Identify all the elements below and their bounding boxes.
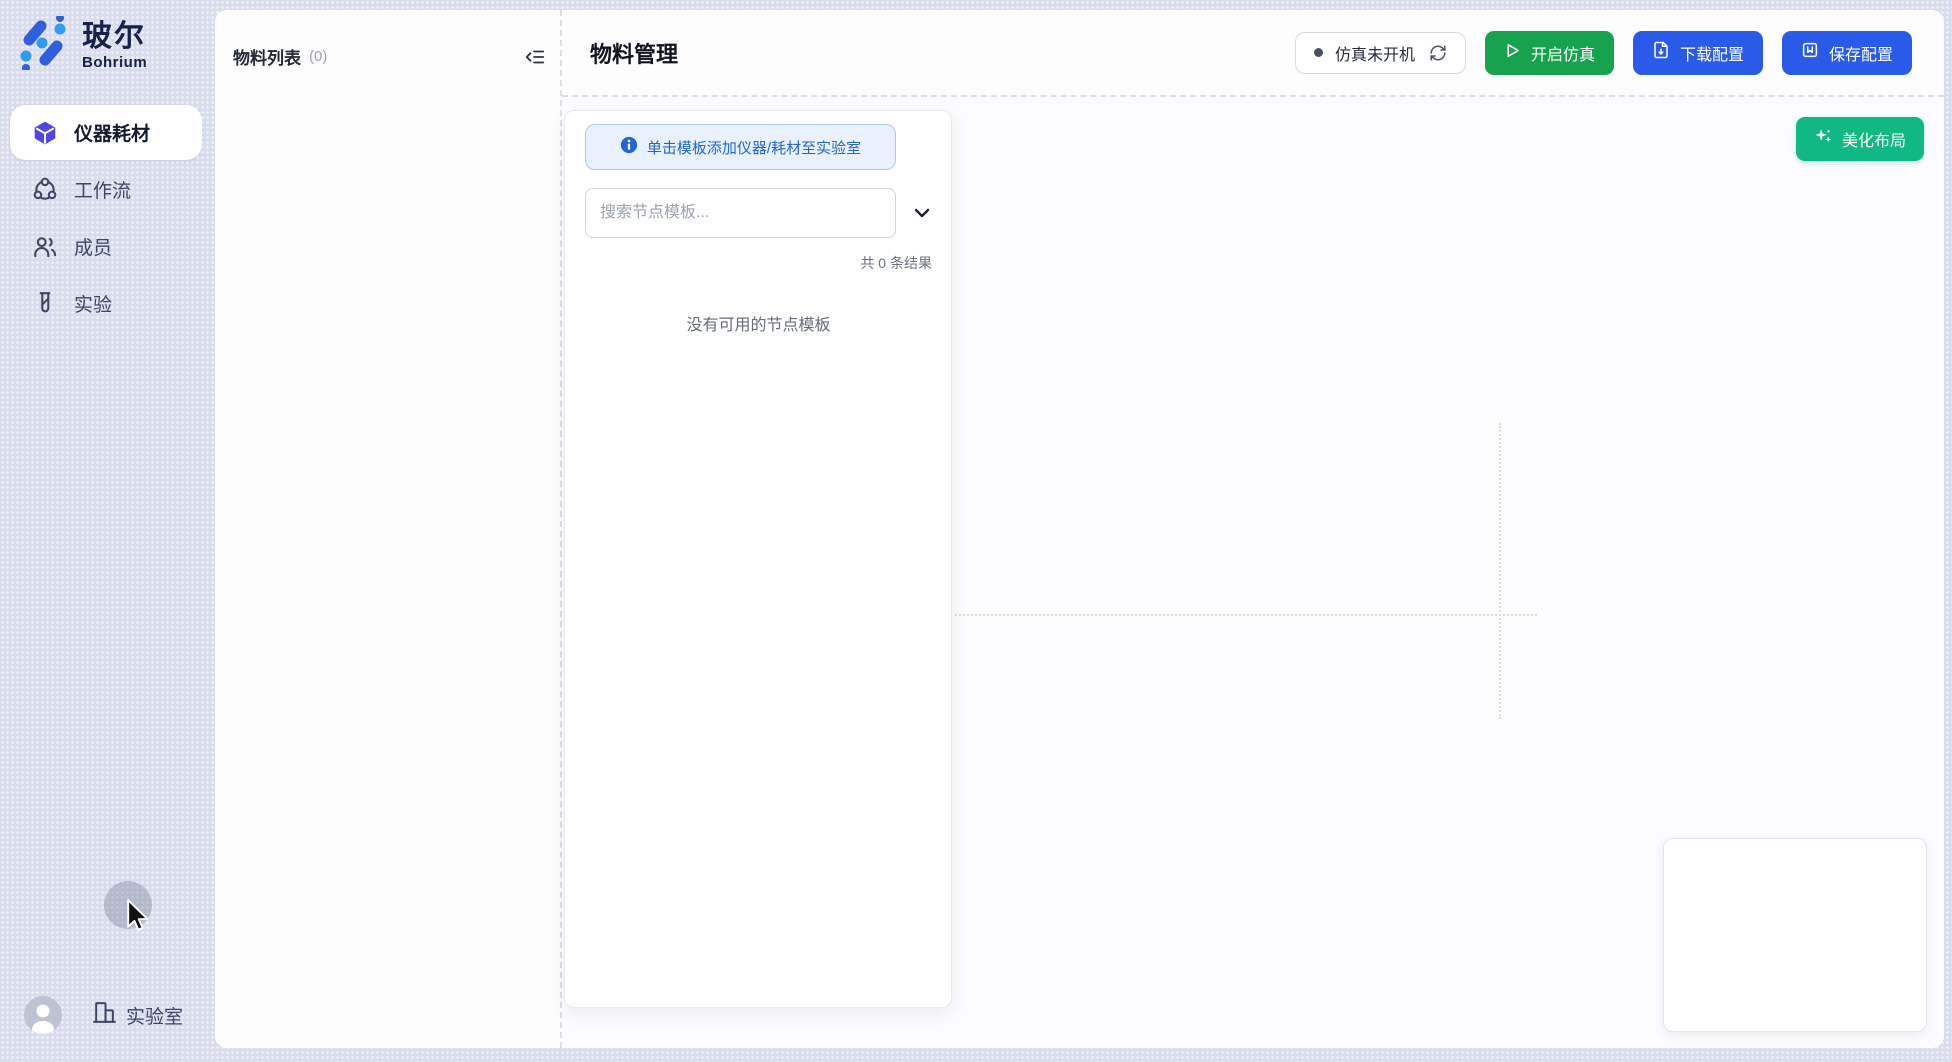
test-tube-icon — [32, 291, 58, 317]
start-simulation-label: 开启仿真 — [1531, 41, 1595, 65]
sidebar-item-label: 成员 — [74, 233, 112, 260]
refresh-icon[interactable] — [1429, 44, 1447, 62]
sidebar-item-label: 实验 — [74, 290, 112, 317]
page-title: 物料管理 — [590, 37, 678, 69]
save-config-label: 保存配置 — [1829, 41, 1893, 65]
materials-list-pane: 物料列表 (0) — [215, 10, 562, 1048]
content-header: 物料管理 仿真未开机 — [562, 10, 1944, 97]
sidebar-item-label: 工作流 — [74, 176, 131, 203]
simulation-status-pill: 仿真未开机 — [1295, 32, 1466, 74]
sparkles-icon — [1814, 127, 1833, 151]
sidebar-footer: 实验室 — [24, 996, 183, 1034]
search-template-input[interactable] — [585, 188, 896, 238]
sidebar-menu: 仪器耗材 工作流 成员 — [10, 105, 202, 333]
beautify-layout-label: 美化布局 — [1842, 127, 1906, 151]
cube-icon — [32, 120, 58, 146]
info-banner[interactable]: 单击模板添加仪器/耗材至实验室 — [585, 124, 896, 170]
workflow-icon — [32, 177, 58, 203]
save-icon — [1801, 41, 1819, 64]
start-simulation-button[interactable]: 开启仿真 — [1485, 31, 1614, 75]
info-icon — [620, 136, 638, 158]
lab-entry[interactable]: 实验室 — [92, 1000, 183, 1031]
info-banner-text: 单击模板添加仪器/耗材至实验室 — [647, 137, 861, 158]
beautify-layout-button[interactable]: 美化布局 — [1796, 117, 1924, 161]
file-download-icon — [1652, 41, 1670, 64]
header-actions: 仿真未开机 — [1295, 31, 1912, 75]
flow-canvas[interactable]: 单击模板添加仪器/耗材至实验室 共 0 条结果 — [562, 97, 1944, 1048]
brand-name-en: Bohrium — [82, 54, 147, 71]
main-panel: 物料列表 (0) 物料管理 仿真未开机 — [215, 10, 1944, 1048]
play-icon — [1504, 42, 1521, 64]
mouse-cursor — [124, 899, 154, 940]
status-dot — [1314, 48, 1323, 57]
sidebar-item-workflow[interactable]: 工作流 — [10, 162, 202, 217]
materials-list-count: (0) — [309, 48, 327, 65]
canvas-guide-line-horizontal — [955, 614, 1537, 616]
download-config-button[interactable]: 下载配置 — [1633, 31, 1763, 75]
minimap[interactable] — [1663, 838, 1927, 1032]
result-count: 共 0 条结果 — [585, 253, 932, 273]
chevron-down-icon[interactable] — [910, 201, 934, 225]
building-icon — [92, 1000, 117, 1031]
content-pane: 物料管理 仿真未开机 — [562, 10, 1944, 1048]
sidebar-item-members[interactable]: 成员 — [10, 219, 202, 274]
save-config-button[interactable]: 保存配置 — [1782, 31, 1912, 75]
users-icon — [32, 234, 58, 260]
user-avatar[interactable] — [24, 996, 62, 1034]
download-config-label: 下载配置 — [1680, 41, 1744, 65]
sidebar-item-experiments[interactable]: 实验 — [10, 276, 202, 331]
simulation-status-label: 仿真未开机 — [1335, 41, 1415, 65]
brand-logo[interactable]: 玻尔 Bohrium — [16, 16, 147, 75]
empty-template-text: 没有可用的节点模板 — [585, 311, 932, 335]
node-template-panel: 单击模板添加仪器/耗材至实验室 共 0 条结果 — [564, 110, 952, 1008]
collapse-list-icon[interactable] — [524, 46, 546, 68]
sidebar-item-label: 仪器耗材 — [74, 119, 150, 146]
canvas-guide-line-vertical — [1499, 423, 1501, 719]
sidebar-item-instruments[interactable]: 仪器耗材 — [10, 105, 202, 160]
materials-list-title: 物料列表 — [233, 44, 301, 69]
lab-entry-label: 实验室 — [126, 1002, 183, 1029]
bohrium-logo-icon — [16, 16, 70, 75]
brand-name-cn: 玻尔 — [82, 20, 147, 54]
